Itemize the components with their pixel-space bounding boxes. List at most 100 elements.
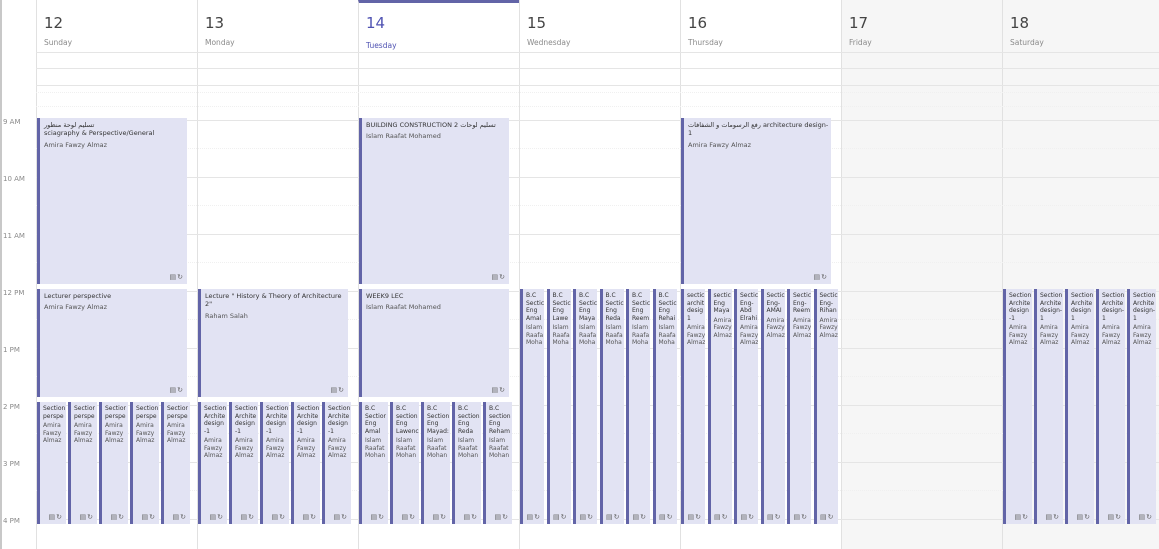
time-label: 3 PM — [3, 460, 20, 468]
day-number: 13 — [205, 14, 225, 32]
section-event[interactable]: Section Archite design -1 Amira Fawzy Alm… — [229, 402, 258, 524]
section-event[interactable]: B.C Sectic Eng Amal Islam Raafa Moha ▤↻ — [520, 289, 544, 524]
event-title: رفع الرسومات و الشفافات architecture des… — [688, 121, 829, 138]
event-organizer: Amira Fawzy Almaz — [766, 316, 785, 339]
event-title: B.C Sectic Eng Lawe — [552, 292, 571, 322]
allday-row-line — [36, 68, 1159, 69]
section-event[interactable]: Sectior perspe Amira Fawzy Almaz ▤↻ — [161, 402, 190, 524]
section-event[interactable]: Section Archite design -1 Amira Fawzy Alm… — [260, 402, 289, 524]
event-status-icons: ▤↻ — [333, 513, 348, 521]
day-name: Saturday — [1010, 38, 1044, 47]
event-title: Section Archite design- 1 — [1040, 292, 1063, 322]
event-organizer: Islam Raafat Mohan — [365, 437, 386, 459]
event-title: B.C Sectic Eng Rehai — [658, 292, 677, 322]
section-event[interactable]: Section Archite design- 1 Amira Fawzy Alm… — [1096, 289, 1125, 524]
event-title: Section Archite design -1 — [266, 405, 289, 435]
event-title: Sectic Eng- Reem — [793, 292, 811, 314]
day-name: Tuesday — [366, 41, 397, 50]
event-status-icons: ▤↻ — [432, 513, 447, 521]
section-event[interactable]: Sectic Eng- Abd Elrahi Amira Fawzy Almaz ▤… — [734, 289, 758, 524]
window-edge — [0, 0, 2, 549]
section-event[interactable]: B.C Sectic Eng Maya Islam Raafa Moha ▤↻ — [573, 289, 597, 524]
day-column-friday[interactable]: 17 Friday — [841, 0, 1002, 549]
event-title: B.C Sectior Eng Amal — [365, 405, 386, 435]
event-title: Section Archite design -1 — [328, 405, 351, 435]
section-event[interactable]: Section Archite design -1 Amira Fawzy Alm… — [291, 402, 320, 524]
section-event[interactable]: B.C Sectic Eng Reem Islam Raafa Moha ▤↻ — [626, 289, 650, 524]
event-title: Sectic Eng- Abd Elrahi — [740, 292, 758, 322]
event-title: Sectic Eng- Rihan — [819, 292, 838, 314]
section-event[interactable]: Sectic Eng- Rihan Amira Fawzy Almaz ▤↻ — [813, 289, 838, 524]
day-name: Sunday — [44, 38, 73, 47]
section-event[interactable]: B.C Sectic Eng Reda Islam Raafa Moha ▤↻ — [599, 289, 624, 524]
section-event[interactable]: B.C section Eng Reham Islam Raafat Mohan ▤… — [483, 402, 512, 524]
day-number: 17 — [849, 14, 869, 32]
event-organizer: Amira Fawzy Almaz — [44, 140, 108, 149]
calendar-event[interactable]: WEEK9 LEC Islam Raafat Mohamed ▤↻ — [359, 289, 509, 397]
event-status-icons: ▤↻ — [740, 513, 755, 521]
section-event[interactable]: B.C Sectior Eng Amal Islam Raafat Mohan ▤↻ — [359, 402, 388, 524]
section-event[interactable]: Sectic Eng- AMAI Amira Fawzy Almaz ▤↻ — [760, 289, 785, 524]
section-event[interactable]: B.C section Eng Lawenc Islam Raafat Mohan… — [390, 402, 419, 524]
event-status-icons: ▤↻ — [302, 513, 317, 521]
event-organizer: Amira Fawzy Almaz — [793, 316, 811, 339]
event-organizer: Amira Fawzy Almaz — [1102, 324, 1121, 346]
day-number: 12 — [44, 14, 64, 32]
section-event[interactable]: B.C section Eng Reda Islam Raafat Mohan ▤↻ — [452, 402, 481, 524]
time-label: 11 AM — [3, 232, 25, 240]
calendar-event[interactable]: تسليم لوحة منظور sciagraphy & Perspectiv… — [37, 118, 187, 284]
day-name: Friday — [849, 38, 872, 47]
event-organizer: Islam Raafa Moha — [579, 324, 597, 346]
section-event[interactable]: Section Archite design 1 Amira Fawzy Alma… — [1065, 289, 1094, 524]
section-event[interactable]: Section perspe Amira Fawzy Almaz ▤↻ — [37, 402, 66, 524]
section-event[interactable]: B.C Section Eng Mayad: Islam Raafat Mohan… — [421, 402, 450, 524]
time-label: 12 PM — [3, 289, 25, 297]
event-organizer: Amira Fawzy Almaz — [1009, 324, 1028, 346]
section-event[interactable]: Sectior perspe Amira Fawzy Almaz ▤↻ — [68, 402, 97, 524]
event-organizer: Islam Raafat Mohamed — [366, 303, 441, 312]
event-title: Section Archite design -1 — [204, 405, 227, 435]
section-event[interactable]: Section perspe Amira Fawzy Almaz ▤↻ — [130, 402, 159, 524]
event-organizer: Amira Fawzy Almaz — [204, 437, 223, 459]
section-event[interactable]: Section Archite design- 1 Amira Fawzy Alm… — [1034, 289, 1063, 524]
event-title: Section Archite design -1 — [1009, 292, 1032, 322]
section-event[interactable]: Section Archite design -1 Amira Fawzy Alm… — [1003, 289, 1032, 524]
calendar-event[interactable]: Lecture " History & Theory of Architectu… — [198, 289, 348, 397]
event-status-icons: ▤↻ — [209, 513, 224, 521]
event-status-icons: ▤↻ — [172, 513, 187, 521]
half-hour-line — [36, 262, 1159, 263]
event-status-icons: ▤↻ — [169, 273, 184, 281]
event-title: sectic Eng Maya — [713, 292, 731, 314]
calendar-event[interactable]: BUILDING CONSTRUCTION 2 تسليم لوحات Islam… — [359, 118, 509, 284]
section-event[interactable]: Section Archite design -1 Amira Fawzy Alm… — [322, 402, 351, 524]
allday-row-line — [36, 85, 1159, 86]
early-hour-line — [36, 92, 1159, 93]
section-event[interactable]: Sectior perspe Amira Fawzy Almaz ▤↻ — [99, 402, 128, 524]
event-organizer: Amira Fawzy Almaz — [688, 140, 752, 149]
event-organizer: Islam Raafat Mohan — [458, 437, 479, 459]
event-title: تسليم لوحة منظور sciagraphy & Perspectiv… — [44, 121, 155, 138]
section-event[interactable]: sectic archit desig 1 Amira Fawzy Almaz ▤↻ — [681, 289, 705, 524]
section-event[interactable]: B.C Sectic Eng Rehai Islam Raafa Moha ▤↻ — [652, 289, 677, 524]
event-status-icons: ▤↻ — [1076, 513, 1091, 521]
event-title: Section Archite design -1 — [235, 405, 258, 435]
event-organizer: Amira Fawzy Almaz — [1133, 324, 1152, 346]
event-status-icons: ▤↻ — [401, 513, 416, 521]
event-title: B.C Section Eng Mayad: — [427, 405, 450, 435]
day-number: 18 — [1010, 14, 1030, 32]
event-status-icons: ▤↻ — [330, 386, 345, 394]
section-event[interactable]: B.C Sectic Eng Lawe Islam Raafa Moha ▤↻ — [546, 289, 571, 524]
event-title: B.C Sectic Eng Maya — [579, 292, 597, 322]
event-title: BUILDING CONSTRUCTION 2 تسليم لوحات — [366, 121, 496, 129]
section-event[interactable]: Section Archite design- 1 Amira Fawzy Alm… — [1127, 289, 1156, 524]
event-title: B.C section Eng Reda — [458, 405, 480, 435]
event-status-icons: ▤↻ — [813, 273, 828, 281]
event-status-icons: ▤↻ — [1045, 513, 1060, 521]
section-event[interactable]: Sectic Eng- Reem Amira Fawzy Almaz ▤↻ — [787, 289, 811, 524]
event-status-icons: ▤↻ — [271, 513, 286, 521]
section-event[interactable]: sectic Eng Maya Amira Fawzy Almaz ▤↻ — [707, 289, 732, 524]
day-number: 16 — [688, 14, 708, 32]
calendar-event[interactable]: Lecturer perspective Amira Fawzy Almaz ▤↻ — [37, 289, 187, 397]
calendar-event[interactable]: رفع الرسومات و الشفافات architecture des… — [681, 118, 831, 284]
section-event[interactable]: Section Archite design -1 Amira Fawzy Alm… — [198, 402, 227, 524]
